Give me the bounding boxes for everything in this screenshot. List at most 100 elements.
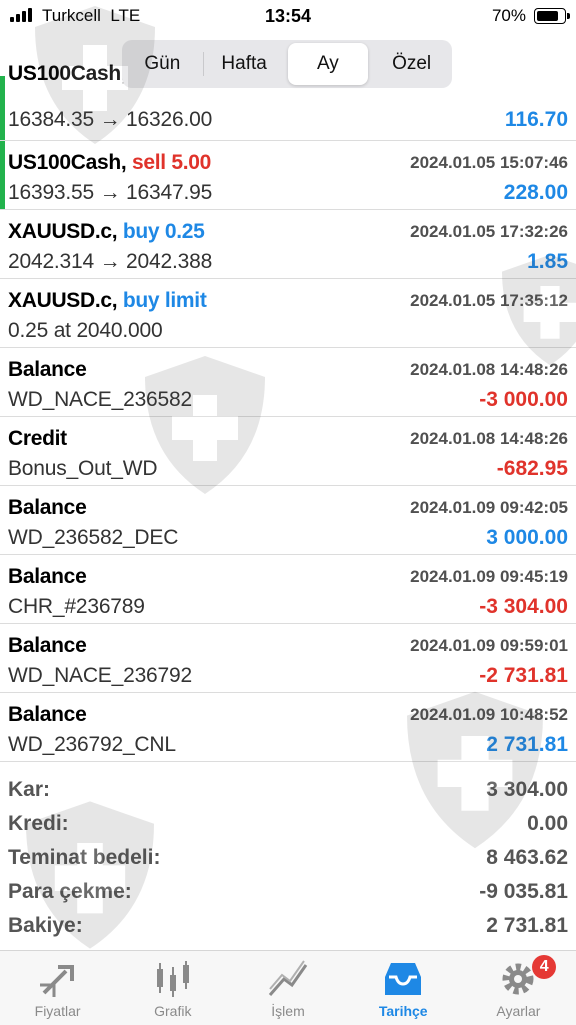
row-timestamp: 2024.01.09 09:59:01 xyxy=(410,636,568,655)
summary-label: Teminat bedeli: xyxy=(8,846,161,869)
summary-row: Kredi: 0.00 xyxy=(0,808,576,842)
history-row[interactable]: Balance 2024.01.09 09:45:19 CHR_#236789 -3 … xyxy=(0,555,576,624)
notification-badge: 4 xyxy=(532,955,557,979)
summary-value: -9 035.81 xyxy=(479,880,568,903)
summary-value: 8 463.62 xyxy=(486,846,568,869)
row-amount: -3 000.00 xyxy=(479,388,568,411)
row-timestamp: 2024.01.09 09:45:19 xyxy=(410,567,568,586)
row-amount: 228.00 xyxy=(503,181,568,204)
row-timestamp: 2024.01.05 17:35:12 xyxy=(410,291,568,310)
tab-chart[interactable]: Grafik xyxy=(115,951,230,1025)
summary-row: Para çekme: -9 035.81 xyxy=(0,876,576,910)
history-row[interactable]: XAUUSD.c, buy limit 2024.01.05 17:35:12 0.… xyxy=(0,279,576,348)
history-icon xyxy=(385,963,422,995)
summary-row: Teminat bedeli: 8 463.62 xyxy=(0,842,576,876)
row-detail: WD_NACE_236582 xyxy=(8,388,192,411)
row-detail: WD_236792_CNL xyxy=(8,733,176,756)
row-timestamp: 2024.01.08 14:48:26 xyxy=(410,429,568,448)
history-row[interactable]: Balance 2024.01.09 10:48:52 WD_236792_CNL 2… xyxy=(0,693,576,762)
tab-settings[interactable]: 4 Ayarlar xyxy=(461,951,576,1025)
battery-icon xyxy=(534,8,570,24)
row-timestamp: 2024.01.05 15:07:46 xyxy=(410,153,568,172)
row-title: Balance xyxy=(8,496,87,520)
row-title: Credit xyxy=(8,427,67,451)
summary-value: 3 304.00 xyxy=(486,778,568,801)
summary-label: Bakiye: xyxy=(8,914,83,937)
row-timestamp: 2024.01.09 10:48:52 xyxy=(410,705,568,724)
chart-icon xyxy=(156,961,189,997)
tab-quotes[interactable]: Fiyatlar xyxy=(0,951,115,1025)
row-detail: 0.25 at 2040.000 xyxy=(8,319,163,342)
position-indicator xyxy=(0,76,5,140)
summary-label: Kar: xyxy=(8,778,51,801)
battery-percent: 70% xyxy=(491,6,526,25)
row-detail: WD_NACE_236792 xyxy=(8,664,192,687)
row-symbol: US100Cash, xyxy=(8,151,127,174)
row-symbol: Balance xyxy=(8,634,87,657)
row-amount: 116.70 xyxy=(504,108,568,131)
row-detail: 16393.55 → 16347.95 xyxy=(8,181,213,204)
row-title: XAUUSD.c, buy 0.25 xyxy=(8,220,205,244)
row-symbol: Balance xyxy=(8,565,87,588)
row-amount: -2 731.81 xyxy=(479,664,568,687)
summary-label: Para çekme: xyxy=(8,880,132,903)
trade-icon xyxy=(268,960,308,996)
summary-row: Kar: 3 304.00 xyxy=(0,774,576,808)
history-row[interactable]: Balance 2024.01.09 09:42:05 WD_236582_DEC 3… xyxy=(0,486,576,555)
tab-label: Ayarlar xyxy=(496,1003,541,1019)
row-symbol: Credit xyxy=(8,427,67,450)
clock: 13:54 xyxy=(264,6,312,26)
row-timestamp: 2024.01.08 14:48:26 xyxy=(410,360,568,379)
row-amount: 1.85 xyxy=(527,250,568,273)
row-amount: -3 304.00 xyxy=(479,595,568,618)
row-detail: 16384.35 → 16326.00 xyxy=(8,108,213,131)
tab-label: Fiyatlar xyxy=(34,1003,81,1019)
row-detail: WD_236582_DEC xyxy=(8,526,179,549)
row-detail: Bonus_Out_WD xyxy=(8,457,158,480)
period-tab[interactable]: Hafta xyxy=(204,43,285,85)
history-row[interactable]: XAUUSD.c, buy 0.25 2024.01.05 17:32:26 204… xyxy=(0,210,576,279)
summary-label: Kredi: xyxy=(8,812,69,835)
account-summary: Kar: 3 304.00 Kredi: 0.00 Teminat bedeli: 8 4… xyxy=(0,774,576,944)
tab-history[interactable]: Tarihçe xyxy=(346,951,461,1025)
row-amount: 2 731.81 xyxy=(486,733,568,756)
status-bar: Turkcell LTE 13:54 70% xyxy=(0,0,576,32)
tab-label: Tarihçe xyxy=(378,1003,428,1019)
row-timestamp: 2024.01.09 09:42:05 xyxy=(410,498,568,517)
row-action: sell 5.00 xyxy=(131,151,211,174)
period-tab[interactable]: Özel xyxy=(371,43,452,85)
period-selector: Gün Hafta Ay Özel xyxy=(122,40,452,88)
row-title: Balance xyxy=(8,565,87,589)
summary-row: Bakiye: 2 731.81 xyxy=(0,910,576,944)
period-tab[interactable]: Gün xyxy=(122,43,203,85)
row-symbol: US100Cash, xyxy=(8,62,127,85)
row-title: US100Cash, sell 5.00 xyxy=(8,151,211,175)
history-row[interactable]: Balance 2024.01.08 14:48:26 WD_NACE_236582… xyxy=(0,348,576,417)
quotes-icon xyxy=(39,965,74,997)
row-amount: -682.95 xyxy=(496,457,568,480)
row-detail: CHR_#236789 xyxy=(8,595,145,618)
row-symbol: Balance xyxy=(8,703,87,726)
history-row[interactable]: US100Cash, sell 5.00 2024.01.05 15:07:46 1… xyxy=(0,141,576,210)
history-row[interactable]: Balance 2024.01.09 09:59:01 WD_NACE_236792… xyxy=(0,624,576,693)
row-symbol: Balance xyxy=(8,496,87,519)
row-symbol: Balance xyxy=(8,358,87,381)
history-row[interactable]: Credit 2024.01.08 14:48:26 Bonus_Out_WD -68… xyxy=(0,417,576,486)
row-symbol: XAUUSD.c, xyxy=(8,289,118,312)
row-title: Balance xyxy=(8,634,87,658)
summary-value: 0.00 xyxy=(527,812,568,835)
position-indicator xyxy=(0,141,5,209)
tab-trade[interactable]: İşlem xyxy=(230,951,345,1025)
row-timestamp: 2024.01.05 17:32:26 xyxy=(410,222,568,241)
bottom-tab-bar: Fiyatlar Grafik İşlem Tarihçe 4 Ayarlar xyxy=(0,950,576,1025)
tab-label: Grafik xyxy=(154,1003,192,1019)
row-action: buy 0.25 xyxy=(122,220,205,243)
period-tab[interactable]: Ay xyxy=(287,43,369,85)
row-title: XAUUSD.c, buy limit xyxy=(8,289,207,313)
history-list[interactable]: US100Cash, sell 2.0016384.35 → 16326.001… xyxy=(0,62,576,762)
summary-value: 2 731.81 xyxy=(486,914,568,937)
row-symbol: XAUUSD.c, xyxy=(8,220,118,243)
row-detail: 2042.314 → 2042.388 xyxy=(8,250,213,273)
row-title: Balance xyxy=(8,358,87,382)
tab-label: İşlem xyxy=(271,1003,305,1019)
